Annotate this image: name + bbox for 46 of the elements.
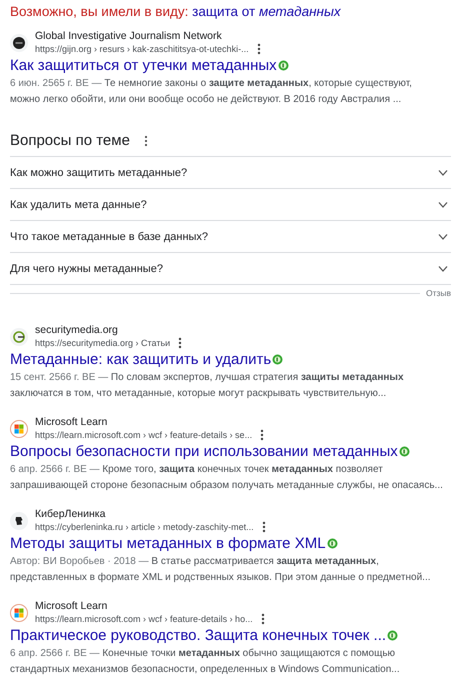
site-name: Microsoft Learn bbox=[35, 600, 108, 612]
ring-logo-icon bbox=[10, 328, 28, 346]
result-title-link[interactable]: Вопросы безопасности при использовании метаданных bbox=[10, 443, 410, 460]
question-item[interactable]: Как удалить мета данные? bbox=[10, 189, 451, 221]
site-url: https://cyberleninka.ru › article › metody-zaschity-met... bbox=[35, 522, 254, 532]
windows-logo-icon bbox=[10, 604, 28, 622]
extension-badge-icon bbox=[272, 354, 284, 365]
extension-badge-icon bbox=[387, 630, 398, 641]
extension-badge-icon bbox=[398, 446, 410, 457]
chevron-down-icon bbox=[438, 170, 448, 176]
suggestion-link[interactable]: защита от метаданных bbox=[192, 4, 341, 19]
site-url: https://learn.microsoft.com › wcf › feature-details › se... bbox=[35, 430, 252, 440]
site-name: securitymedia.org bbox=[35, 324, 119, 336]
result-title-link[interactable]: Практическое руководство. Защита конечных точек ... bbox=[10, 627, 398, 644]
result-title-link[interactable]: Как защититься от утечки метаданных bbox=[10, 57, 289, 74]
more-options-icon[interactable] bbox=[262, 521, 266, 533]
site-url: https://learn.microsoft.com › wcf › feature-details › ho... bbox=[35, 614, 253, 624]
section-heading: Вопросы по теме bbox=[10, 132, 130, 149]
question-item[interactable]: Для чего нужны метаданные? bbox=[10, 253, 451, 285]
result-snippet: 6 апр. 2566 г. BE — Кроме того, защита конечных точек метаданных позволяет запрашивающей стороне безопасным образом получать метаданные службы, не опасаясь... bbox=[10, 463, 444, 493]
more-options-icon[interactable] bbox=[256, 43, 261, 55]
chevron-down-icon bbox=[438, 202, 448, 208]
question-item[interactable]: Как можно защитить метаданные? bbox=[10, 157, 451, 189]
result-snippet: 15 сент. 2566 г. BE — По словам экспертов, лучшая стратегия защиты метаданных заключатся в том, что метаданные, которые могут раскрывать чувствительную... bbox=[10, 371, 405, 401]
more-options-icon[interactable] bbox=[260, 429, 264, 441]
more-options-icon[interactable] bbox=[260, 613, 265, 625]
result-title-link[interactable]: Методы защиты метаданных в формате XML bbox=[10, 535, 338, 552]
more-options-icon[interactable] bbox=[178, 337, 182, 349]
result-snippet: 6 июн. 2565 г. BE — Те немногие законы о защите метаданных, которые существуют, можно легко обойти, или они вообще особо не действуют. В 2016 году Австралия ... bbox=[10, 77, 413, 107]
chevron-down-icon bbox=[438, 234, 448, 240]
extension-badge-icon bbox=[278, 60, 289, 71]
windows-logo-icon bbox=[10, 420, 28, 438]
site-url: https://gijn.org › resurs › kak-zaschititsya-ot-utechki-... bbox=[35, 44, 249, 54]
result-snippet: 6 апр. 2566 г. BE — Конечные точки метаданных обычно защищаются с помощью стандартных механизмов безопасности, определенных в Windows Communication... bbox=[10, 647, 401, 677]
question-item[interactable]: Что такое метаданные в базе данных? bbox=[10, 221, 451, 253]
more-options-icon[interactable] bbox=[144, 134, 148, 146]
result-snippet: Автор: ВИ Воробьев · 2018 — В статье рассматривается защита метаданных, представленных в формате XML и родственных языков. При этом данные о предметной... bbox=[10, 555, 432, 585]
site-name: КиберЛенинка bbox=[35, 508, 106, 520]
site-name: Global Investigative Journalism Network bbox=[35, 30, 223, 42]
feedback-link[interactable]: Отзыв bbox=[426, 288, 451, 298]
chevron-down-icon bbox=[438, 266, 448, 272]
result-title-link[interactable]: Метаданные: как защитить и удалить bbox=[10, 351, 284, 368]
site-url: https://securitymedia.org › Статьи bbox=[35, 338, 170, 348]
extension-badge-icon bbox=[326, 538, 338, 549]
site-name: Microsoft Learn bbox=[35, 416, 108, 428]
suggestion-label: Возможно, вы имели в виду: bbox=[10, 4, 188, 19]
